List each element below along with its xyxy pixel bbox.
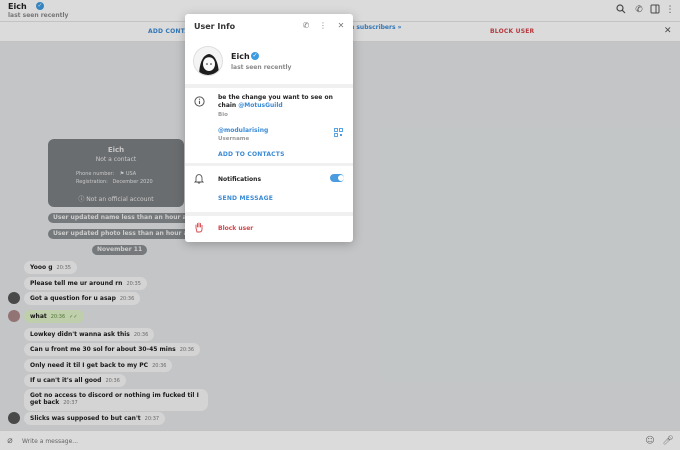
block-user-row[interactable]: Block user: [185, 218, 353, 242]
bio-text: be the change you want to see on chain @…: [218, 94, 333, 109]
close-icon[interactable]: ✕: [335, 20, 347, 32]
bell-icon: [193, 173, 205, 185]
info-icon: [193, 96, 205, 108]
phone-icon[interactable]: ✆: [300, 20, 312, 32]
username-label: Username: [218, 136, 250, 142]
block-user-label: Block user: [218, 225, 254, 232]
toggle-knob: [338, 175, 344, 181]
profile-name: Eich: [231, 52, 250, 61]
hand-stop-icon: [193, 222, 205, 234]
bio-label: Bio: [218, 112, 228, 118]
user-info-dialog: User Info ✆ ⋮ ✕ Eich ✓ last seen recentl…: [185, 14, 353, 242]
username-value[interactable]: @modularising: [218, 127, 268, 134]
profile-status: last seen recently: [231, 64, 292, 71]
send-message-button[interactable]: SEND MESSAGE: [218, 195, 273, 202]
verified-icon: ✓: [251, 52, 259, 60]
section-divider: [185, 163, 353, 166]
notifications-toggle[interactable]: [330, 174, 344, 182]
bio-mention-link[interactable]: @MotusGuild: [238, 102, 282, 109]
notifications-label: Notifications: [218, 176, 262, 183]
dialog-title: User Info: [194, 22, 236, 31]
qr-code-icon[interactable]: [333, 128, 343, 138]
more-options-icon[interactable]: ⋮: [317, 20, 329, 32]
avatar[interactable]: [193, 46, 223, 76]
section-divider: [185, 84, 353, 88]
add-to-contacts-button[interactable]: ADD TO CONTACTS: [218, 151, 285, 158]
section-divider: [185, 212, 353, 216]
